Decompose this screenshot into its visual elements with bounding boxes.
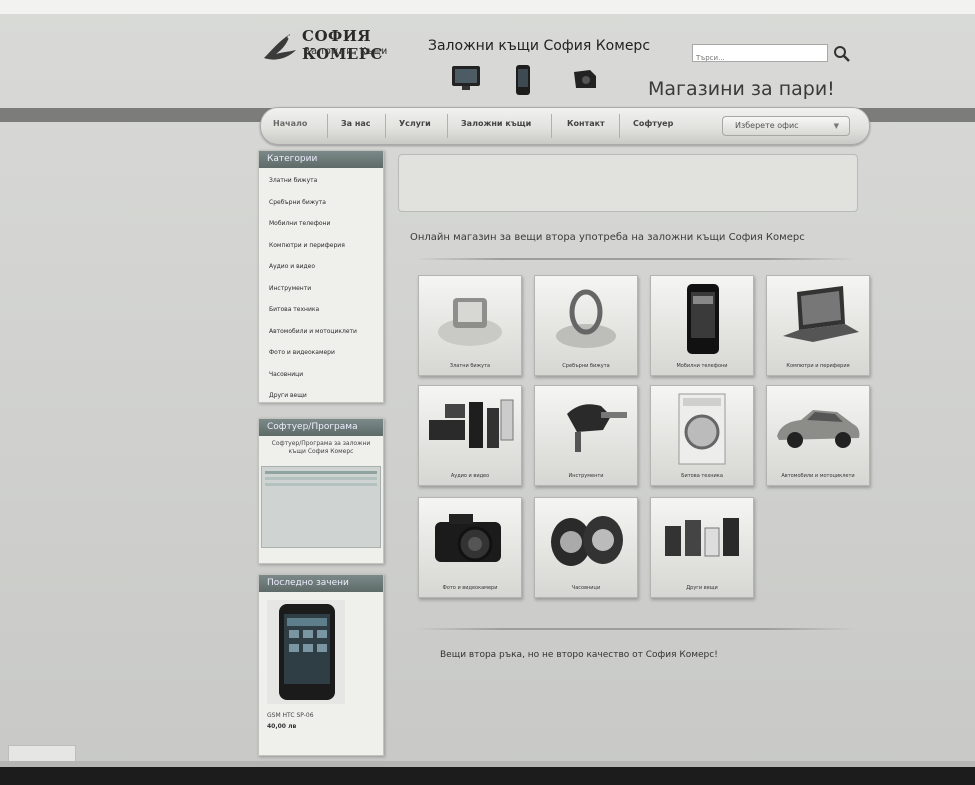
recent-panel: Последно зачени GSM HTC SP-06 40,00 лв <box>258 574 384 756</box>
category-tile-photo[interactable]: Фото и видеокамери <box>418 497 522 598</box>
logo-name: СОФИЯ КОМЕРС <box>302 27 383 63</box>
photo-camera-image <box>435 514 501 562</box>
category-item[interactable]: Други вещи <box>259 387 383 409</box>
category-item[interactable]: Компютри и периферия <box>259 237 383 259</box>
category-tile-label: Други вещи <box>686 585 718 591</box>
categories-panel: Категории Златни бижута Сребърни бижута … <box>258 150 384 403</box>
office-select[interactable]: Изберете офис ▼ <box>722 116 850 136</box>
software-title: Софтуер/Програма <box>259 419 383 436</box>
category-tile-label: Фото и видеокамери <box>442 585 498 591</box>
category-tile-label: Часовници <box>571 585 601 591</box>
outro-text: Вещи втора ръка, но не второ качество от… <box>440 650 718 660</box>
tv-icon <box>452 66 480 90</box>
screen: СОФИЯ КОМЕРС Заложни Къщи Заложни къщи С… <box>0 0 975 785</box>
category-tile-other[interactable]: Други вещи <box>650 497 754 598</box>
category-item[interactable]: Битова техника <box>259 301 383 323</box>
nav-item-services[interactable]: Услуги <box>399 119 431 128</box>
audio-video-image <box>429 399 514 448</box>
banner-area <box>398 154 858 212</box>
categories-list: Златни бижута Сребърни бижута Мобилни те… <box>259 168 383 409</box>
mobile-phone-image <box>687 284 719 354</box>
category-item[interactable]: Фото и видеокамери <box>259 344 383 366</box>
nav-separator <box>619 114 620 138</box>
logo-subtitle: Заложни Къщи <box>304 46 389 57</box>
intro-text: Онлайн магазин за вещи втора употреба на… <box>410 232 805 243</box>
washing-machine-image <box>678 393 726 465</box>
software-panel: Софтуер/Програма Софтуер/Програма за зал… <box>258 418 384 564</box>
category-item[interactable]: Сребърни бижута <box>259 194 383 216</box>
category-tile-label: Сребърни бижута <box>562 363 610 369</box>
category-item[interactable]: Автомобили и мотоциклети <box>259 323 383 345</box>
search-icon[interactable] <box>832 44 852 64</box>
smartphone-image <box>279 604 335 700</box>
category-tile-computers[interactable]: Компютри и периферия <box>766 275 870 376</box>
category-tile-label: Златни бижута <box>449 363 491 369</box>
site-logo[interactable]: СОФИЯ КОМЕРС Заложни Къщи <box>262 24 412 68</box>
top-edge <box>0 0 975 14</box>
camera-icon <box>574 70 596 88</box>
recent-title: Последно зачени <box>259 575 383 592</box>
nav-separator <box>551 114 552 138</box>
category-tile-phones[interactable]: Мобилни телефони <box>650 275 754 376</box>
nav-item-pawnshops[interactable]: Заложни къщи <box>461 119 531 128</box>
office-select-value: Изберете офис <box>735 121 799 130</box>
car-image <box>777 410 860 448</box>
nav-item-software[interactable]: Софтуер <box>633 119 673 128</box>
watches-image <box>551 516 623 566</box>
silver-jewelry-image <box>556 289 616 348</box>
recent-product-price: 40,00 лв <box>267 723 297 730</box>
category-tile-label: Автомобили и мотоциклети <box>781 473 855 479</box>
nav-separator <box>327 114 328 138</box>
site-title: Заложни къщи София Комерс <box>428 38 651 54</box>
category-tile-label: Инструменти <box>568 473 604 479</box>
tagline: Магазини за пари! <box>648 78 835 100</box>
nav-item-contact[interactable]: Контакт <box>567 119 605 128</box>
gold-jewelry-image <box>438 298 502 346</box>
bottom-edge <box>0 767 975 785</box>
category-item[interactable]: Мобилни телефони <box>259 215 383 237</box>
category-tile-label: Битова техника <box>681 473 723 479</box>
category-item[interactable]: Часовници <box>259 366 383 388</box>
recent-product-image[interactable] <box>267 600 345 704</box>
category-tile-gold[interactable]: Златни бижута <box>418 275 522 376</box>
category-item[interactable]: Златни бижута <box>259 172 383 194</box>
category-item[interactable]: Инструменти <box>259 280 383 302</box>
logo-bird-icon <box>264 34 296 60</box>
phone-icon <box>516 65 530 95</box>
category-tile-label: Мобилни телефони <box>676 363 728 369</box>
software-description: Софтуер/Програма за заложни къщи София К… <box>271 440 371 455</box>
recent-product-name[interactable]: GSM HTC SP-06 <box>259 704 383 719</box>
category-tile-label: Аудио и видео <box>450 473 490 479</box>
category-tile-silver[interactable]: Сребърни бижута <box>534 275 638 376</box>
chevron-down-icon: ▼ <box>833 122 839 130</box>
laptop-image <box>783 286 859 342</box>
category-tile-appliances[interactable]: Битова техника <box>650 385 754 486</box>
nav-separator <box>385 114 386 138</box>
search-input[interactable] <box>693 51 827 65</box>
category-tile-audio[interactable]: Аудио и видео <box>418 385 522 486</box>
category-tile-tools[interactable]: Инструменти <box>534 385 638 486</box>
divider <box>415 628 855 630</box>
category-tile-cars[interactable]: Автомобили и мотоциклети <box>766 385 870 486</box>
category-tile-watches[interactable]: Часовници <box>534 497 638 598</box>
nav-separator <box>447 114 448 138</box>
category-item[interactable]: Аудио и видео <box>259 258 383 280</box>
jigsaw-tool-image <box>567 404 627 452</box>
other-items-image <box>665 518 739 557</box>
nav-item-home[interactable]: Начало <box>273 119 307 128</box>
divider <box>415 258 855 260</box>
categories-title: Категории <box>259 151 383 168</box>
search-box[interactable] <box>692 44 828 65</box>
software-screenshot[interactable] <box>261 466 381 548</box>
nav-item-about[interactable]: За нас <box>341 119 371 128</box>
category-tile-label: Компютри и периферия <box>786 363 850 369</box>
